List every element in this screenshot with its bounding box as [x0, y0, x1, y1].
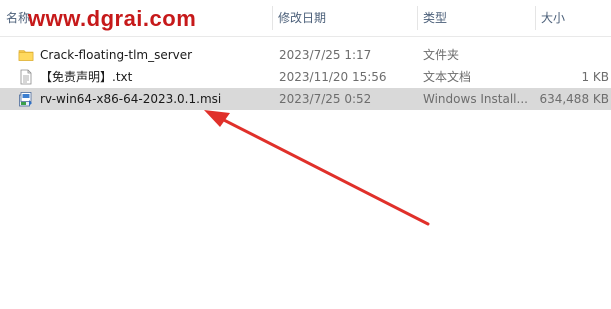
folder-icon [18, 47, 34, 63]
file-type: 文件夹 [423, 48, 460, 62]
file-explorer: 名称 修改日期 类型 大小 www.dgrai.com Crack-floati… [0, 0, 611, 309]
column-header-date[interactable]: 修改日期 [272, 0, 417, 36]
file-row[interactable]: 【免责声明】.txt 2023/11/20 15:56 文本文档 1 KB [0, 66, 611, 88]
file-row-selected[interactable]: rv-win64-x86-64-2023.0.1.msi 2023/7/25 0… [0, 88, 611, 110]
file-row[interactable]: Crack-floating-tlm_server 2023/7/25 1:17… [0, 44, 611, 66]
file-size: 1 KB [581, 70, 609, 84]
column-header-type[interactable]: 类型 [417, 0, 535, 36]
text-file-icon [18, 69, 34, 85]
column-header-size[interactable]: 大小 [535, 0, 611, 36]
file-name[interactable]: 【免责声明】.txt [40, 66, 270, 88]
file-type: Windows Install... [423, 92, 528, 106]
file-type: 文本文档 [423, 70, 472, 84]
msi-installer-icon [18, 91, 34, 107]
file-date: 2023/7/25 0:52 [279, 92, 372, 106]
file-name[interactable]: rv-win64-x86-64-2023.0.1.msi [40, 88, 270, 110]
watermark-text: www.dgrai.com [28, 6, 197, 31]
file-date: 2023/7/25 1:17 [279, 48, 372, 62]
file-date: 2023/11/20 15:56 [279, 70, 387, 84]
file-size [535, 44, 609, 66]
file-list: Crack-floating-tlm_server 2023/7/25 1:17… [0, 44, 611, 110]
file-size: 634,488 KB [539, 92, 609, 106]
file-name[interactable]: Crack-floating-tlm_server [40, 44, 270, 66]
